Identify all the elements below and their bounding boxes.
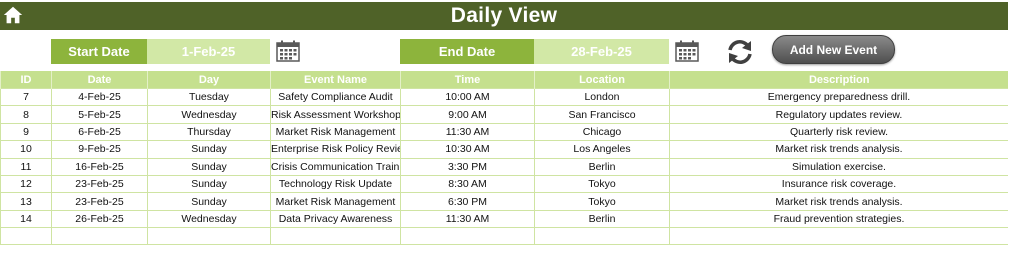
table-row[interactable]: 10 9-Feb-25 Sunday Enterprise Risk Polic… [0,140,1009,159]
table-header-row: ID Date Day Event Name Time Location Des… [0,71,1009,89]
cell-day: Wednesday [147,105,271,124]
cell-id: 7 [0,87,52,107]
home-icon[interactable] [2,4,24,26]
cell-id: 8 [0,105,52,124]
column-header-description: Description [669,71,1009,89]
start-date-label: Start Date [51,39,147,64]
table-row[interactable]: 11 16-Feb-25 Sunday Crisis Communication… [0,157,1009,176]
cell-event-name: Enterprise Risk Policy Review [270,140,401,159]
cell-location: Berlin [534,209,670,229]
column-header-date: Date [51,71,148,89]
cell-date: 16-Feb-25 [51,157,148,176]
table-row[interactable]: 13 23-Feb-25 Sunday Market Risk Manageme… [0,192,1009,211]
column-header-time: Time [400,71,535,89]
calendar-icon[interactable] [675,40,699,62]
empty-cell [400,227,535,246]
table-row[interactable]: 9 6-Feb-25 Thursday Market Risk Manageme… [0,122,1009,142]
cell-description: Insurance risk coverage. [669,174,1009,194]
cell-time: 10:00 AM [400,87,535,107]
empty-cell [147,227,271,246]
empty-cell [0,227,52,246]
table-row[interactable]: 8 5-Feb-25 Wednesday Risk Assessment Wor… [0,105,1009,124]
cell-location: Chicago [534,122,670,142]
cell-day: Wednesday [147,209,271,229]
cell-location: Tokyo [534,174,670,194]
cell-date: 6-Feb-25 [51,122,148,142]
add-new-event-button[interactable]: Add New Event [772,35,895,64]
cell-day: Sunday [147,140,271,159]
end-date-field[interactable]: 28-Feb-25 [534,39,669,64]
cell-location: Los Angeles [534,140,670,159]
cell-time: 11:30 AM [400,122,535,142]
cell-time: 11:30 AM [400,209,535,229]
end-date-label: End Date [400,39,534,64]
cell-date: 5-Feb-25 [51,105,148,124]
cell-description: Fraud prevention strategies. [669,209,1009,229]
cell-id: 11 [0,157,52,176]
cell-day: Sunday [147,157,271,176]
cell-location: Berlin [534,157,670,176]
cell-time: 6:30 PM [400,192,535,211]
cell-event-name: Risk Assessment Workshop [270,105,401,124]
cell-description: Market risk trends analysis. [669,140,1009,159]
cell-event-name: Data Privacy Awareness [270,209,401,229]
cell-location: Tokyo [534,192,670,211]
cell-id: 10 [0,140,52,159]
cell-description: Market risk trends analysis. [669,192,1009,211]
cell-event-name: Market Risk Management [270,122,401,142]
cell-day: Sunday [147,174,271,194]
cell-description: Quarterly risk review. [669,122,1009,142]
table-row[interactable]: 14 26-Feb-25 Wednesday Data Privacy Awar… [0,209,1009,229]
cell-id: 13 [0,192,52,211]
cell-time: 9:00 AM [400,105,535,124]
cell-event-name: Market Risk Management [270,192,401,211]
table-row[interactable]: 12 23-Feb-25 Sunday Technology Risk Upda… [0,174,1009,194]
table-row-empty [0,227,1009,246]
cell-description: Emergency preparedness drill. [669,87,1009,107]
cell-time: 3:30 PM [400,157,535,176]
empty-cell [51,227,148,246]
table-row[interactable]: 7 4-Feb-25 Tuesday Safety Compliance Aud… [0,87,1009,107]
cell-day: Thursday [147,122,271,142]
cell-day: Sunday [147,192,271,211]
cell-location: San Francisco [534,105,670,124]
refresh-icon[interactable] [725,38,755,66]
column-header-id: ID [0,71,52,89]
filter-bar: Start Date 1-Feb-25 End Date 28-Feb-25 A… [0,30,1008,70]
page-title: Daily View [450,4,558,27]
cell-date: 9-Feb-25 [51,140,148,159]
title-bar: Daily View [0,2,1008,30]
cell-description: Regulatory updates review. [669,105,1009,124]
cell-date: 4-Feb-25 [51,87,148,107]
empty-cell [669,227,1009,246]
cell-id: 14 [0,209,52,229]
cell-time: 10:30 AM [400,140,535,159]
calendar-icon[interactable] [276,40,300,62]
cell-date: 23-Feb-25 [51,192,148,211]
cell-event-name: Crisis Communication Training [270,157,401,176]
cell-id: 12 [0,174,52,194]
start-date-field[interactable]: 1-Feb-25 [147,39,270,64]
cell-time: 8:30 AM [400,174,535,194]
cell-event-name: Safety Compliance Audit [270,87,401,107]
events-table: ID Date Day Event Name Time Location Des… [0,71,1009,246]
column-header-day: Day [147,71,271,89]
column-header-location: Location [534,71,670,89]
cell-event-name: Technology Risk Update [270,174,401,194]
cell-date: 26-Feb-25 [51,209,148,229]
cell-id: 9 [0,122,52,142]
column-header-event-name: Event Name [270,71,401,89]
cell-location: London [534,87,670,107]
cell-date: 23-Feb-25 [51,174,148,194]
window-edge [1008,0,1024,261]
cell-day: Tuesday [147,87,271,107]
empty-cell [534,227,670,246]
cell-description: Simulation exercise. [669,157,1009,176]
empty-cell [270,227,401,246]
